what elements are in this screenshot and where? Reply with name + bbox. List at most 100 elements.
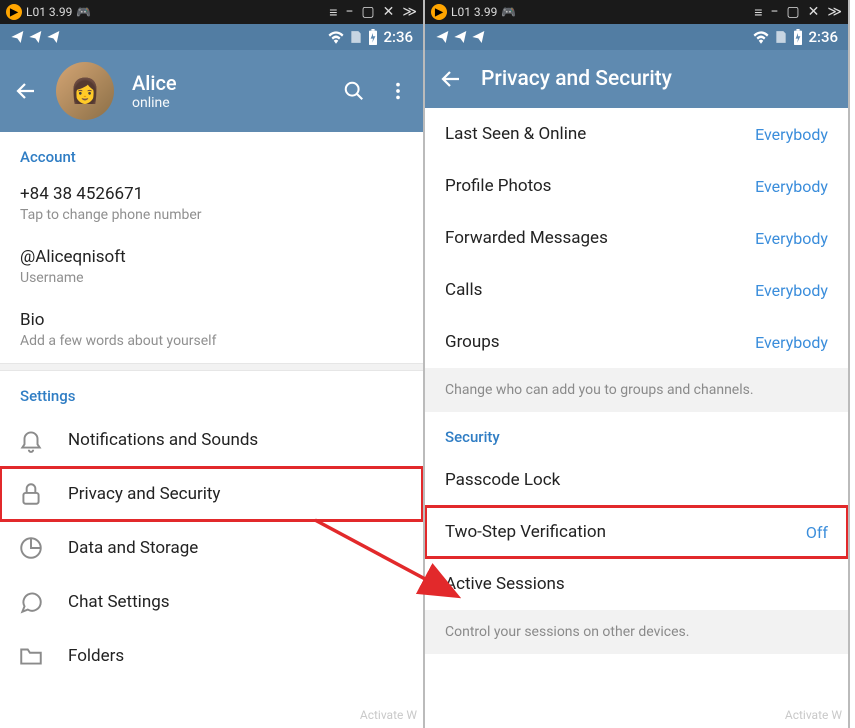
telegram-plane-icon (453, 29, 469, 45)
emulator-minimize-icon[interactable]: − (770, 4, 778, 20)
more-vert-icon[interactable] (387, 80, 409, 102)
settings-header: Settings (0, 371, 423, 413)
emulator-label: L01 3.99 (26, 5, 72, 19)
back-arrow-icon[interactable] (14, 79, 38, 103)
phone-item[interactable]: +84 38 4526671 Tap to change phone numbe… (0, 174, 423, 237)
lock-icon (18, 481, 44, 507)
privacy-last-seen[interactable]: Last Seen & Online Everybody (425, 108, 848, 160)
username-value: @Aliceqnisoft (20, 247, 403, 267)
emulator-maximize-icon[interactable]: ▢ (361, 4, 374, 20)
pie-icon (18, 535, 44, 561)
profile-avatar[interactable]: 👩 (56, 62, 114, 120)
privacy-groups[interactable]: Groups Everybody (425, 316, 848, 368)
settings-label: Data and Storage (68, 538, 198, 558)
row-value: Everybody (755, 125, 828, 144)
settings-chat[interactable]: Chat Settings (0, 575, 423, 629)
settings-label: Notifications and Sounds (68, 430, 258, 450)
profile-appbar: 👩 Alice online (0, 50, 423, 132)
security-two-step[interactable]: Two-Step Verification Off (425, 506, 848, 558)
profile-name: Alice (132, 71, 177, 95)
battery-charging-icon (792, 29, 804, 45)
search-icon[interactable] (343, 80, 365, 102)
telegram-plane-icon (46, 29, 62, 45)
username-item[interactable]: @Aliceqnisoft Username (0, 237, 423, 300)
emulator-titlebar: ▶ L01 3.99 🎮 ≡ − ▢ ✕ ≫ (425, 0, 848, 24)
row-value: Everybody (755, 333, 828, 352)
section-divider (0, 363, 423, 371)
status-time: 2:36 (383, 28, 413, 46)
android-status-bar: 2:36 (425, 24, 848, 50)
privacy-calls[interactable]: Calls Everybody (425, 264, 848, 316)
telegram-plane-icon (471, 29, 487, 45)
row-label: Profile Photos (445, 176, 551, 196)
settings-privacy[interactable]: Privacy and Security (0, 467, 423, 521)
emulator-titlebar: ▶ L01 3.99 🎮 ≡ − ▢ ✕ ≫ (0, 0, 423, 24)
security-passcode-lock[interactable]: Passcode Lock (425, 454, 848, 506)
page-title: Privacy and Security (481, 67, 672, 91)
row-label: Two-Step Verification (445, 522, 606, 542)
android-status-bar: 2:36 (0, 24, 423, 50)
status-time: 2:36 (808, 28, 838, 46)
row-value: Everybody (755, 281, 828, 300)
battery-charging-icon (367, 29, 379, 45)
emulator-menu-icon[interactable]: ≡ (754, 4, 762, 21)
wifi-icon (752, 30, 770, 44)
emulator-more-icon[interactable]: ≫ (827, 4, 842, 20)
row-value: Everybody (755, 229, 828, 248)
back-arrow-icon[interactable] (439, 67, 463, 91)
wifi-icon (327, 30, 345, 44)
emulator-logo-icon: ▶ (431, 4, 447, 20)
row-label: Forwarded Messages (445, 228, 608, 248)
bio-hint: Add a few words about yourself (20, 333, 403, 349)
emulator-close-icon[interactable]: ✕ (808, 4, 820, 20)
emulator-minimize-icon[interactable]: − (345, 4, 353, 20)
security-header: Security (425, 412, 848, 454)
row-value: Everybody (755, 177, 828, 196)
privacy-hint: Change who can add you to groups and cha… (425, 368, 848, 412)
username-hint: Username (20, 270, 403, 286)
emulator-maximize-icon[interactable]: ▢ (786, 4, 799, 20)
settings-folders[interactable]: Folders (0, 629, 423, 683)
settings-data[interactable]: Data and Storage (0, 521, 423, 575)
row-label: Active Sessions (445, 574, 565, 594)
telegram-plane-icon (435, 29, 451, 45)
security-hint: Control your sessions on other devices. (425, 610, 848, 654)
bio-item[interactable]: Bio Add a few words about yourself (0, 300, 423, 363)
gamepad-icon: 🎮 (501, 5, 516, 19)
phone-right: ▶ L01 3.99 🎮 ≡ − ▢ ✕ ≫ 2:36 Privacy and … (425, 0, 850, 728)
emulator-menu-icon[interactable]: ≡ (329, 4, 337, 21)
row-label: Groups (445, 332, 500, 352)
phone-hint: Tap to change phone number (20, 207, 403, 223)
settings-label: Folders (68, 646, 124, 666)
emulator-logo-icon: ▶ (6, 4, 22, 20)
gamepad-icon: 🎮 (76, 5, 91, 19)
folder-icon (18, 643, 44, 669)
sim-icon (774, 30, 788, 44)
settings-label: Chat Settings (68, 592, 170, 612)
bio-label: Bio (20, 310, 403, 330)
privacy-profile-photos[interactable]: Profile Photos Everybody (425, 160, 848, 212)
privacy-appbar: Privacy and Security (425, 50, 848, 108)
telegram-plane-icon (10, 29, 26, 45)
telegram-plane-icon (28, 29, 44, 45)
phone-left: ▶ L01 3.99 🎮 ≡ − ▢ ✕ ≫ 2:36 👩 Alice (0, 0, 425, 728)
account-header: Account (0, 132, 423, 174)
emulator-more-icon[interactable]: ≫ (402, 4, 417, 20)
row-label: Passcode Lock (445, 470, 560, 490)
security-active-sessions[interactable]: Active Sessions (425, 558, 848, 610)
emulator-label: L01 3.99 (451, 5, 497, 19)
bell-icon (18, 427, 44, 453)
row-label: Calls (445, 280, 482, 300)
watermark: Activate W (785, 708, 842, 722)
watermark: Activate W (360, 708, 417, 722)
phone-number: +84 38 4526671 (20, 184, 403, 204)
row-value: Off (806, 523, 828, 542)
sim-icon (349, 30, 363, 44)
privacy-forwarded[interactable]: Forwarded Messages Everybody (425, 212, 848, 264)
profile-status: online (132, 95, 177, 111)
emulator-close-icon[interactable]: ✕ (383, 4, 395, 20)
settings-label: Privacy and Security (68, 484, 220, 504)
row-label: Last Seen & Online (445, 124, 586, 144)
chat-icon (18, 589, 44, 615)
settings-notifications[interactable]: Notifications and Sounds (0, 413, 423, 467)
